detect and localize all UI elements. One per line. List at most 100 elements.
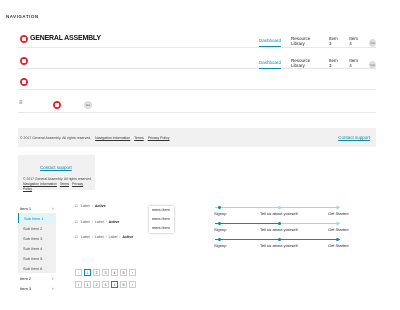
- chevron-down-icon: ˅: [51, 275, 54, 281]
- nav-link-dashboard[interactable]: Dashboard: [259, 60, 282, 69]
- avatar[interactable]: GA: [369, 60, 376, 69]
- nav-link-item-4[interactable]: Item 4: [349, 36, 359, 49]
- sidebar-item-label: Item 1: [20, 205, 32, 211]
- sidebar-item-label: Item 2: [20, 275, 32, 281]
- sidebar: Item 1 ˄ Sub Item 1 Sub Item 2 Sub Item …: [18, 203, 56, 293]
- sidebar-item-2[interactable]: Item 2 ˅: [18, 273, 56, 283]
- nav-link-dashboard[interactable]: Dashboard: [259, 38, 282, 47]
- breadcrumb-link[interactable]: Label: [81, 204, 90, 208]
- progress-stepper-1: Signup Tell us about yourself Get Starte…: [214, 205, 348, 217]
- nav-link-item-3[interactable]: Item 3: [329, 36, 339, 49]
- page-button[interactable]: 4: [111, 269, 118, 276]
- breadcrumb: ⌂ Label / Label / Active: [75, 219, 120, 225]
- brand-name[interactable]: GENERAL ASSEMBLY: [30, 35, 101, 42]
- step-label: Signup: [214, 227, 227, 232]
- menu-item[interactable]: menu item: [149, 224, 174, 233]
- home-icon[interactable]: ⌂: [75, 234, 78, 240]
- copyright-text: © 2017 General Assembly. All rights rese…: [20, 136, 92, 140]
- page-button[interactable]: 4: [111, 281, 118, 288]
- link-navigation-information[interactable]: Navigation Information: [95, 136, 130, 140]
- next-page-button[interactable]: ›: [129, 281, 136, 288]
- nav-link-item-3[interactable]: Item 3: [329, 58, 339, 71]
- header-full: GENERAL ASSEMBLY Dashboard Resource Libr…: [18, 30, 376, 48]
- next-page-button[interactable]: ›: [129, 269, 136, 276]
- step-dot-1[interactable]: [218, 205, 221, 209]
- sidebar-item-label: Sub Item 4: [23, 245, 43, 251]
- ga-logo-icon[interactable]: [20, 78, 28, 86]
- link-privacy-policy[interactable]: Privacy Policy: [148, 136, 170, 140]
- page-button[interactable]: 5: [120, 281, 127, 288]
- page-button[interactable]: 5: [120, 269, 127, 276]
- step-dot-2[interactable]: [278, 205, 281, 209]
- home-icon[interactable]: ⌂: [75, 219, 78, 225]
- page-button[interactable]: 3: [102, 281, 109, 288]
- link-terms[interactable]: Terms: [60, 182, 69, 186]
- sidebar-item-label: Sub Item 5: [23, 255, 43, 261]
- footer-copyright-block: © 2017 General Assembly. All rights rese…: [23, 177, 95, 192]
- step-dot-1[interactable]: [218, 237, 221, 241]
- sidebar-subitem-4[interactable]: Sub Item 4: [18, 243, 56, 253]
- step-label: Tell us about yourself: [260, 243, 298, 248]
- prev-page-button[interactable]: ‹: [75, 281, 82, 288]
- nav-link-resource-library[interactable]: Resource Library: [291, 36, 319, 49]
- ga-logo-icon[interactable]: [20, 57, 28, 65]
- ga-logo-icon[interactable]: [53, 101, 61, 109]
- page-button[interactable]: 1: [84, 269, 91, 276]
- nav-link-resource-library[interactable]: Resource Library: [291, 58, 319, 71]
- sidebar-subitem-5[interactable]: Sub Item 5: [18, 253, 56, 263]
- hamburger-icon[interactable]: ≡: [19, 100, 23, 106]
- home-icon[interactable]: ⌂: [75, 203, 78, 209]
- menu-item[interactable]: menu item: [149, 206, 174, 215]
- breadcrumb-link[interactable]: Label: [81, 235, 90, 239]
- nav-link-item-4[interactable]: Item 4: [349, 58, 359, 71]
- contact-support-link[interactable]: Contact support: [338, 135, 370, 140]
- ga-logo-icon[interactable]: [20, 35, 28, 43]
- breadcrumb: ⌂ Label / Label / Label / Active: [75, 234, 134, 240]
- header-logo-links: Dashboard Resource Library Item 3 Item 4…: [18, 53, 376, 69]
- menu-item[interactable]: menu item: [149, 215, 174, 224]
- chevron-up-icon: ˄: [51, 205, 54, 211]
- breadcrumb-active: Active: [108, 220, 120, 224]
- contact-support-link[interactable]: Contact support: [40, 165, 72, 170]
- step-label: Signup: [214, 243, 227, 248]
- link-terms[interactable]: Terms: [134, 136, 144, 140]
- pagination: ‹ 1 2 3 4 5 ›: [75, 281, 138, 288]
- page-button[interactable]: 2: [93, 269, 100, 276]
- page-button[interactable]: 1: [84, 281, 91, 288]
- breadcrumb: ⌂ Label / Active: [75, 203, 106, 209]
- step-dot-3[interactable]: [336, 205, 339, 209]
- prev-page-button[interactable]: ‹: [75, 269, 82, 276]
- section-title: NAVIGATION: [6, 14, 39, 19]
- step-label: Tell us about yourself: [260, 227, 298, 232]
- breadcrumb-active: Active: [94, 204, 106, 208]
- sidebar-item-3[interactable]: Item 3 ˅: [18, 283, 56, 293]
- nav-links: Dashboard Resource Library Item 3 Item 4…: [259, 58, 376, 71]
- sidebar-subitem-1[interactable]: Sub Item 1: [18, 213, 56, 223]
- breadcrumb-link[interactable]: Label: [95, 235, 104, 239]
- step-label: Get Started: [328, 227, 349, 232]
- pagination: ‹ 1 2 3 4 5 ›: [75, 269, 138, 276]
- step-dot-2[interactable]: [278, 221, 281, 225]
- sidebar-subitem-3[interactable]: Sub Item 3: [18, 233, 56, 243]
- sidebar-item-1[interactable]: Item 1 ˄: [18, 203, 56, 213]
- avatar[interactable]: GA: [84, 101, 92, 109]
- step-dot-2[interactable]: [278, 237, 281, 241]
- step-dot-3[interactable]: [336, 221, 339, 225]
- step-dot-1[interactable]: [218, 221, 221, 225]
- breadcrumb-link[interactable]: Label: [95, 220, 104, 224]
- step-label: Get Started: [328, 243, 349, 248]
- breadcrumb-active: Active: [122, 235, 134, 239]
- sidebar-subitem-2[interactable]: Sub Item 2: [18, 223, 56, 233]
- breadcrumb-link[interactable]: Label: [109, 235, 118, 239]
- page-button[interactable]: 3: [102, 269, 109, 276]
- sidebar-subitem-6[interactable]: Sub Item 6: [18, 263, 56, 273]
- sidebar-item-label: Sub Item 3: [23, 235, 43, 241]
- breadcrumb-link[interactable]: Label: [81, 220, 90, 224]
- link-navigation-information[interactable]: Navigation Information: [23, 182, 57, 186]
- footer-copyright-line: © 2017 General Assembly. All rights rese…: [20, 136, 170, 140]
- nav-links: Dashboard Resource Library Item 3 Item 4…: [259, 36, 376, 49]
- avatar[interactable]: GA: [369, 38, 376, 47]
- page-button[interactable]: 2: [93, 281, 100, 288]
- step-dot-3[interactable]: [336, 237, 339, 241]
- footer: © 2017 General Assembly. All rights rese…: [18, 128, 376, 147]
